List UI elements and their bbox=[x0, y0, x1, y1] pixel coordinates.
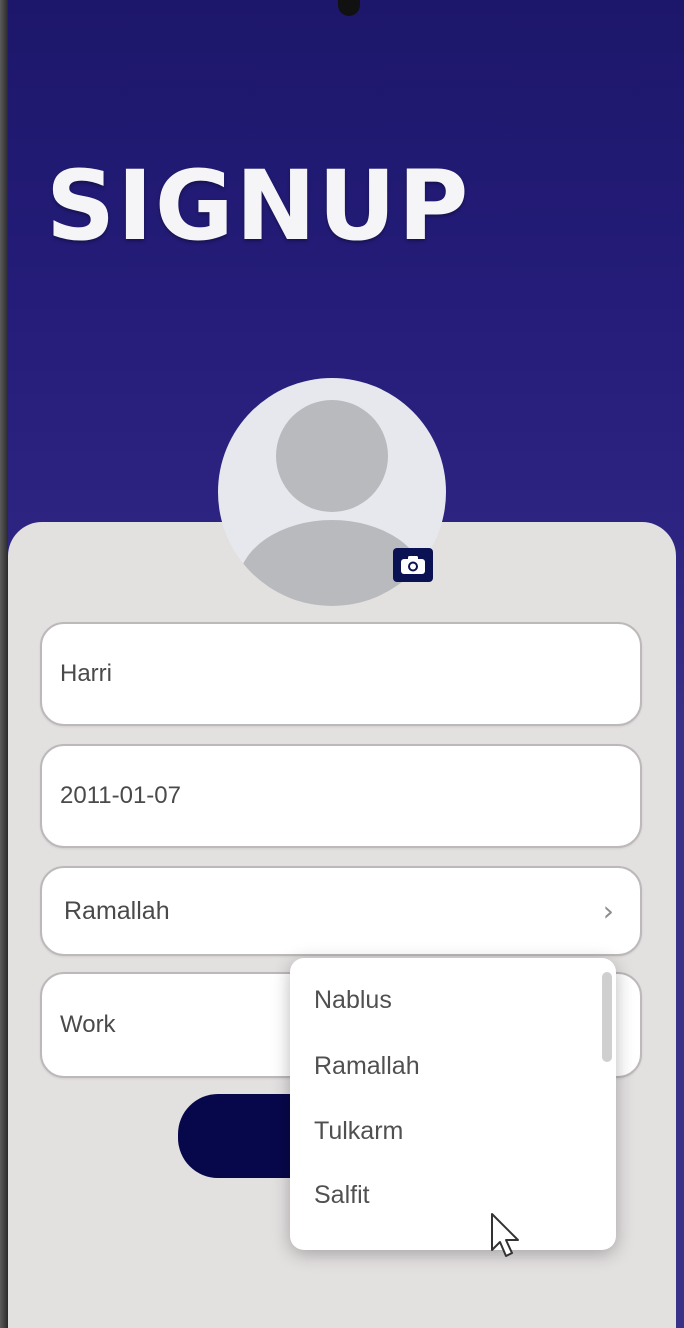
name-field-value: Harri bbox=[60, 660, 112, 687]
city-dropdown-menu: Nablus Ramallah Tulkarm Salfit bbox=[290, 958, 616, 1250]
device-bezel bbox=[0, 0, 8, 1328]
birthdate-field[interactable]: 2011-01-07 bbox=[40, 744, 642, 848]
work-field-value: Work bbox=[60, 1011, 116, 1038]
city-select[interactable]: Ramallah › bbox=[40, 866, 642, 956]
dropdown-option-tulkarm[interactable]: Tulkarm bbox=[314, 1117, 403, 1146]
camera-icon bbox=[401, 556, 425, 574]
chevron-right-icon: › bbox=[602, 894, 614, 928]
mouse-cursor-icon bbox=[491, 1213, 519, 1257]
birthdate-field-value: 2011-01-07 bbox=[60, 782, 181, 809]
dropdown-scrollbar[interactable] bbox=[602, 972, 612, 1062]
dropdown-option-nablus[interactable]: Nablus bbox=[314, 986, 392, 1015]
avatar-head bbox=[276, 400, 388, 512]
dropdown-option-salfit[interactable]: Salfit bbox=[314, 1181, 370, 1210]
change-photo-button[interactable] bbox=[393, 548, 433, 582]
city-select-value: Ramallah bbox=[64, 896, 170, 925]
page-title: SIGNUP bbox=[46, 150, 471, 262]
front-camera bbox=[338, 0, 360, 16]
name-field[interactable]: Harri bbox=[40, 622, 642, 726]
phone-screen: SIGNUP Harri 2011-01-07 Ramallah › Work … bbox=[0, 0, 684, 1328]
dropdown-option-ramallah[interactable]: Ramallah bbox=[314, 1052, 420, 1081]
